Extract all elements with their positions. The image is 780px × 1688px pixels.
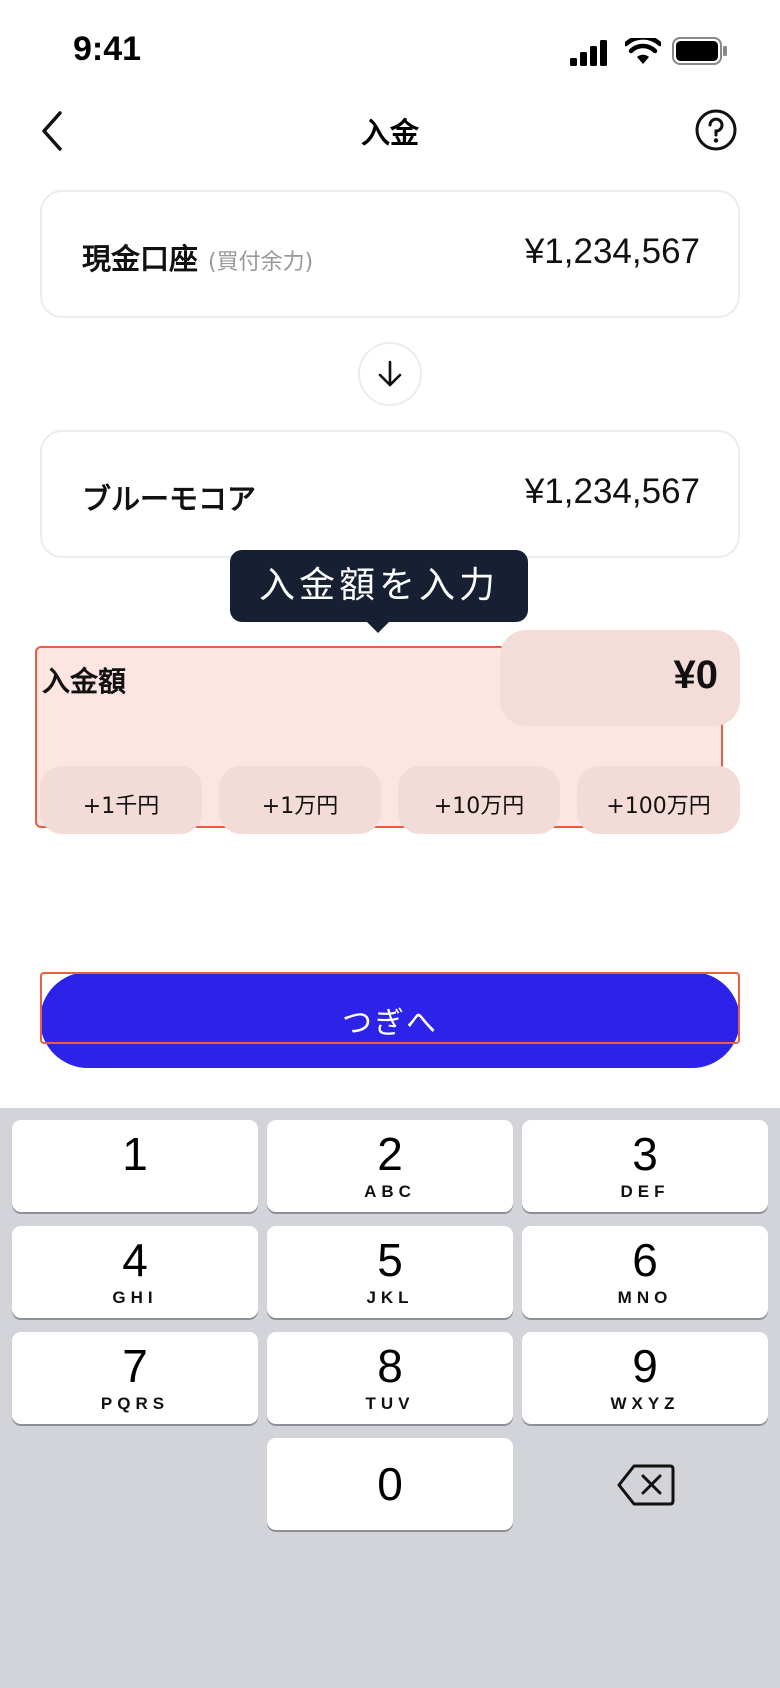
key-9[interactable]: 9 WXYZ	[522, 1332, 768, 1424]
status-time: 9:41	[73, 30, 142, 68]
key-0[interactable]: 0	[267, 1438, 513, 1530]
key-letters: TUV	[365, 1394, 415, 1413]
key-6[interactable]: 6 MNO	[522, 1226, 768, 1318]
key-4[interactable]: 4 GHI	[12, 1226, 258, 1318]
numeric-keyboard: 1 2 ABC 3 DEF 4 GHI 5 JKL 6 MNO 7 PQRS 8…	[0, 1108, 780, 1688]
key-letters: JKL	[366, 1288, 414, 1307]
quick-add-1k-button[interactable]: +1千円	[40, 766, 202, 834]
from-account-sublabel: (買付余力)	[208, 250, 314, 275]
key-digit: 9	[632, 1340, 658, 1392]
key-digit: 0	[377, 1458, 403, 1510]
quick-add-10k-button[interactable]: +1万円	[219, 766, 381, 834]
status-bar: 9:41	[0, 0, 780, 100]
cellular-signal-icon	[570, 40, 607, 66]
to-account-label: ブルーモコア	[82, 482, 257, 516]
quick-add-1m-button[interactable]: +100万円	[577, 766, 740, 834]
transfer-direction-indicator	[358, 342, 422, 406]
key-8[interactable]: 8 TUV	[267, 1332, 513, 1424]
key-letters: WXYZ	[610, 1394, 680, 1413]
next-button-label: つぎへ	[342, 1006, 438, 1041]
navigation-bar: 入金	[0, 100, 780, 160]
backspace-icon[interactable]	[616, 1462, 676, 1508]
key-3[interactable]: 3 DEF	[522, 1120, 768, 1212]
page-title: 入金	[360, 116, 419, 150]
next-button[interactable]: つぎへ	[40, 972, 740, 1068]
from-account-label-group: 現金口座 (買付余力)	[82, 236, 313, 278]
quick-add-100k-button[interactable]: +10万円	[398, 766, 560, 834]
battery-icon	[672, 37, 727, 65]
amount-tooltip: 入金額を入力	[230, 550, 528, 622]
key-digit: 4	[122, 1234, 148, 1286]
from-account-label: 現金口座	[82, 242, 199, 276]
key-1[interactable]: 1	[12, 1120, 258, 1212]
key-digit: 1	[122, 1128, 148, 1180]
amount-label: 入金額	[42, 665, 127, 698]
key-digit: 7	[122, 1340, 148, 1392]
wifi-icon	[625, 38, 661, 64]
key-5[interactable]: 5 JKL	[267, 1226, 513, 1318]
from-account-card[interactable]: 現金口座 (買付余力) ¥1,234,567	[40, 190, 740, 318]
key-digit: 3	[632, 1128, 658, 1180]
key-digit: 8	[377, 1340, 403, 1392]
to-account-amount: ¥1,234,567	[524, 472, 700, 511]
to-account-card[interactable]: ブルーモコア ¥1,234,567	[40, 430, 740, 558]
key-letters: ABC	[364, 1182, 416, 1201]
key-digit: 6	[632, 1234, 658, 1286]
key-letters: PQRS	[100, 1394, 170, 1413]
key-letters: MNO	[617, 1288, 673, 1307]
tooltip-pointer	[366, 621, 390, 633]
key-letters: DEF	[620, 1182, 670, 1201]
amount-input-value[interactable]: ¥0	[674, 653, 719, 698]
key-digit: 5	[377, 1234, 403, 1286]
from-account-amount: ¥1,234,567	[524, 232, 700, 271]
key-digit: 2	[377, 1128, 403, 1180]
key-2[interactable]: 2 ABC	[267, 1120, 513, 1212]
key-letters: GHI	[112, 1288, 158, 1307]
arrow-down-icon	[378, 360, 402, 387]
key-7[interactable]: 7 PQRS	[12, 1332, 258, 1424]
question-circle-icon[interactable]	[694, 108, 738, 152]
